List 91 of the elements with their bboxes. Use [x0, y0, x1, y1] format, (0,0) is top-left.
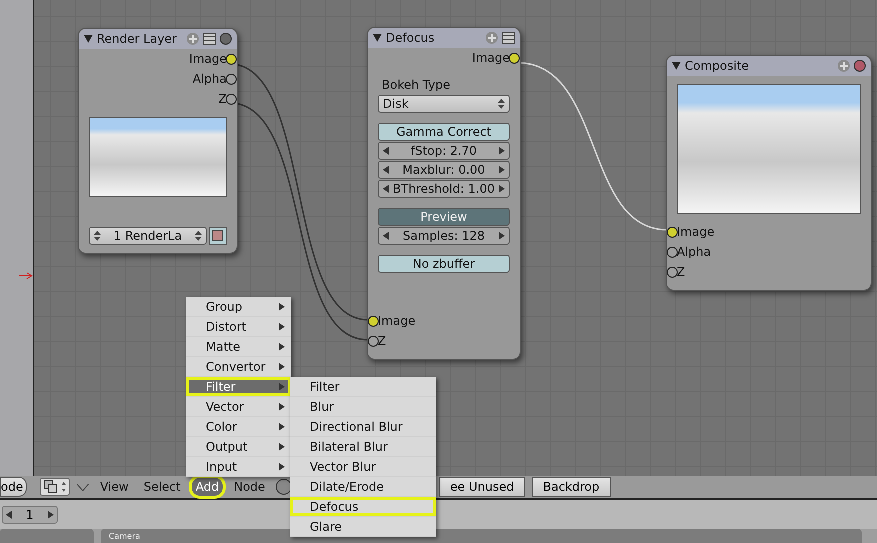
submenu-arrow-icon — [279, 362, 285, 370]
updown-icon — [94, 231, 101, 241]
header-button[interactable]: Backdrop — [532, 477, 611, 498]
collapse-triangle-icon[interactable] — [373, 34, 382, 42]
frame-field[interactable]: 1 — [2, 506, 58, 524]
header-menu[interactable]: Node — [230, 478, 270, 496]
header-menu[interactable]: View — [96, 478, 133, 496]
socket[interactable] — [509, 53, 520, 64]
menu-item[interactable]: Defocus — [290, 497, 436, 517]
menu-item[interactable]: Filter — [290, 377, 436, 397]
node-title: Composite — [685, 59, 750, 73]
number-field[interactable]: Samples: 128 — [378, 227, 510, 245]
toggle-button[interactable]: No zbuffer — [378, 255, 510, 273]
socket[interactable] — [226, 54, 237, 65]
submenu-arrow-icon — [279, 442, 285, 450]
plus-icon[interactable] — [486, 32, 498, 44]
submenu-arrow-icon — [279, 302, 285, 310]
submenu-arrow-icon — [279, 422, 285, 430]
layer-dropdown[interactable]: 1 RenderLa — [89, 227, 207, 245]
sphere-icon[interactable] — [276, 479, 292, 496]
socket-label: Alpha — [192, 72, 227, 86]
menu-item[interactable]: Vector Blur — [290, 457, 436, 477]
node-title: Defocus — [386, 31, 436, 45]
socket[interactable] — [226, 94, 237, 105]
collapse-triangle-icon[interactable] — [77, 484, 90, 491]
arrow-marker-icon — [19, 272, 33, 280]
header-button[interactable]: ode — [0, 477, 28, 498]
submenu-arrow-icon — [279, 382, 285, 390]
menu-item[interactable]: Filter — [186, 377, 291, 397]
socket-label: Z — [218, 92, 227, 106]
socket[interactable] — [226, 74, 237, 85]
plus-icon[interactable] — [187, 33, 199, 45]
list-icon[interactable] — [203, 33, 216, 45]
node-title: Render Layer — [97, 32, 178, 46]
arrow-left-icon — [383, 185, 389, 193]
submenu-arrow-icon — [279, 402, 285, 410]
socket[interactable] — [368, 316, 379, 327]
node-panel[interactable]: Defocus Image Bokeh Type Disk Gamma Correct fStop: 2.70 Maxblur: 0.00 BThreshold: 1.00 Preview Samples: 128 No zbuffer Image Z — [367, 27, 521, 360]
menu-item[interactable]: Dilate/Erode — [290, 477, 436, 497]
arrow-left-icon — [6, 510, 12, 519]
submenu-arrow-icon — [279, 342, 285, 350]
plus-icon[interactable] — [838, 60, 850, 72]
menu-item[interactable]: Glare — [290, 517, 436, 537]
header-menu[interactable]: Add — [192, 478, 224, 496]
node-panel[interactable]: Composite Image Alpha Z — [666, 55, 872, 291]
number-field[interactable]: fStop: 2.70 — [378, 142, 510, 160]
menu-item[interactable]: Group — [186, 297, 291, 317]
arrow-right-icon — [498, 232, 505, 240]
header-menu[interactable]: Select — [140, 478, 185, 496]
socket-label: Image — [472, 51, 510, 65]
menu-item[interactable]: Directional Blur — [290, 417, 436, 437]
updown-icon — [498, 99, 505, 109]
arrow-left-icon — [383, 166, 389, 174]
dropdown[interactable]: Disk — [378, 95, 510, 113]
arrow-right-icon — [48, 510, 54, 519]
toggle-button[interactable]: Preview — [378, 208, 510, 226]
menu-item[interactable]: Distort — [186, 317, 291, 337]
menu-item[interactable]: Bilateral Blur — [290, 437, 436, 457]
submenu-arrow-icon — [279, 462, 285, 470]
socket[interactable] — [368, 336, 379, 347]
socket[interactable] — [667, 227, 678, 238]
menu-item[interactable]: Matte — [186, 337, 291, 357]
number-field[interactable]: Maxblur: 0.00 — [378, 161, 510, 179]
socket-label: Z — [378, 334, 386, 348]
node-panel[interactable]: Render Layer Image Alpha Z 1 RenderLa — [78, 28, 238, 254]
arrow-right-icon — [498, 166, 505, 174]
header-button[interactable]: ee Unused — [439, 477, 526, 498]
submenu-arrow-icon — [279, 322, 285, 330]
socket[interactable] — [667, 267, 678, 278]
menu-item[interactable]: Blur — [290, 397, 436, 417]
socket-label: Image — [677, 225, 715, 239]
sphere-icon[interactable] — [220, 33, 232, 45]
sphere-icon[interactable] — [854, 60, 866, 72]
toggle-button[interactable]: Gamma Correct — [378, 123, 510, 141]
list-icon[interactable] — [502, 32, 515, 44]
socket-label: Image — [189, 52, 227, 66]
collapse-triangle-icon[interactable] — [84, 35, 93, 43]
socket-label: Z — [677, 265, 686, 279]
arrow-left-icon — [383, 232, 389, 240]
arrow-right-icon — [499, 147, 505, 155]
socket[interactable] — [667, 247, 678, 258]
socket-label: Alpha — [677, 245, 712, 259]
updown-icon — [195, 231, 202, 241]
number-field[interactable]: BThreshold: 1.00 — [378, 180, 510, 198]
collapse-triangle-icon[interactable] — [672, 62, 681, 70]
socket-label: Image — [378, 314, 416, 328]
arrow-right-icon — [498, 185, 505, 193]
arrow-left-icon — [383, 147, 389, 155]
image-icon[interactable] — [209, 227, 227, 245]
field-label: Bokeh Type — [381, 77, 452, 94]
editor-type-icon[interactable] — [40, 478, 70, 496]
